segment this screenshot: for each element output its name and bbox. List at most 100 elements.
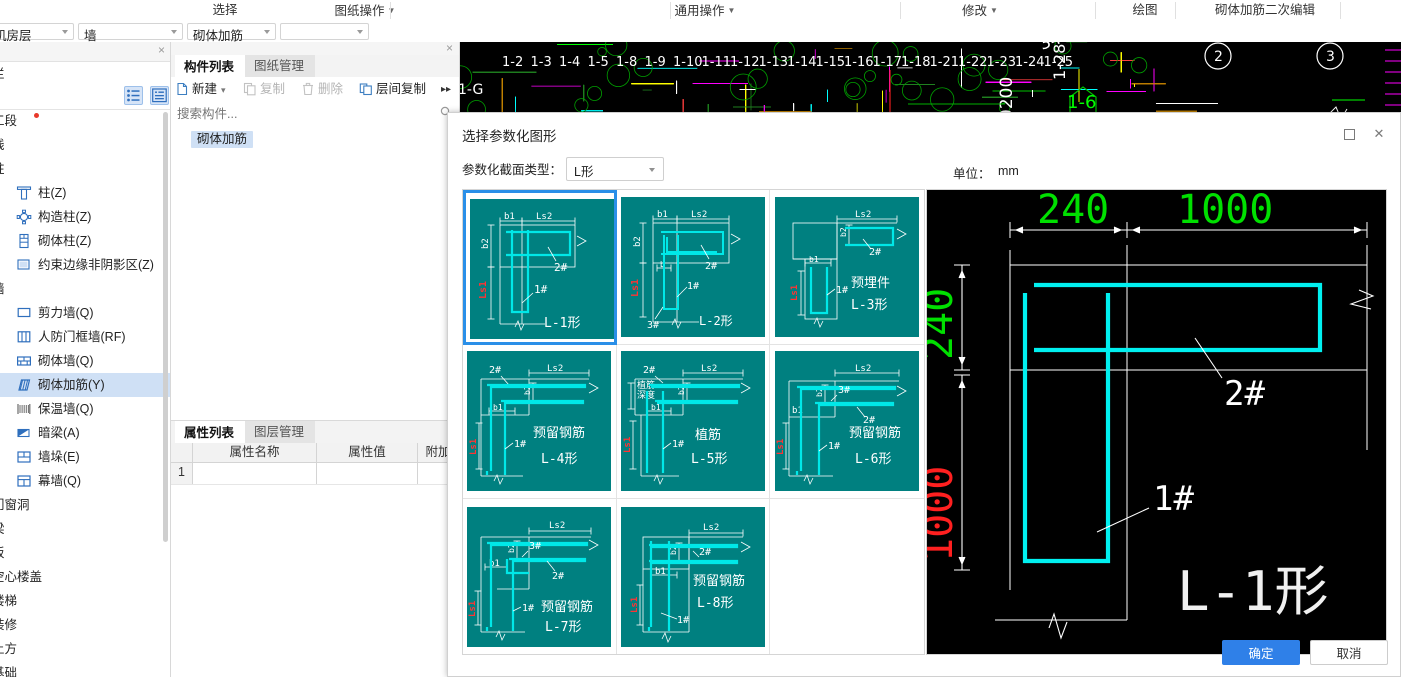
shape-thumbnail-L-3[interactable]: Ls2 b1 b2 Ls1 2# 1# 预埋件 L-3形 [770,190,924,345]
tab-0[interactable]: 构件列表 [175,55,245,77]
tree-group[interactable]: 工段 [0,109,170,133]
svg-text:2#: 2# [554,261,568,274]
tree-group[interactable]: 土方 [0,637,170,661]
component-toolbar: 新建 ▾ 复制 删除 层间复制 ▸▸ [171,77,459,103]
preview-drawing: 240 1000 240 1000 2# 1# L-1形 [916,187,1386,654]
tree-item-暗梁A[interactable]: 暗梁(A) [0,421,170,445]
tree-group[interactable]: 板 [0,541,170,565]
navigation-scrollbar[interactable] [163,112,168,542]
tree-group-label: 工段 [0,114,18,128]
tree-item-剪力墙Q[interactable]: 剪力墙(Q) [0,301,170,325]
ribbon-tab-label: 修改 [962,4,988,18]
component-items-list: 砌体加筋 [171,123,459,420]
tree-group[interactable]: 门窗洞 [0,493,170,517]
svg-text:3#: 3# [838,385,850,396]
tree-group-label: 门窗洞 [0,498,30,512]
svg-text:1-21: 1-21 [930,55,960,70]
tree-group[interactable]: 空心楼盖 [0,565,170,589]
detail-view-button[interactable] [150,86,169,105]
toolbar-delete-button: 删除 [301,80,355,99]
ok-button[interactable]: 确定 [1222,640,1300,665]
tree-group[interactable]: 装修 [0,613,170,637]
tree-item-柱Z[interactable]: 柱(Z) [0,181,170,205]
tree-item-幕墙Q[interactable]: 幕墙(Q) [0,469,170,493]
svg-text:Ls1: Ls1 [790,285,800,301]
ribbon-tab-3[interactable]: 修改 ▼ [930,0,1030,21]
ribbon-tab-2[interactable]: 通用操作 ▼ [640,0,770,21]
restore-button[interactable] [1337,123,1363,145]
tree-item-墙垛E[interactable]: 墙垛(E) [0,445,170,469]
tree-item-构造柱Z[interactable]: 构造柱(Z) [0,205,170,229]
tree-item-砌体柱Z[interactable]: 砌体柱(Z) [0,229,170,253]
toolbar-new-button[interactable]: 新建 ▾ [175,80,237,99]
column-header: 属性值 [317,443,418,462]
cancel-button[interactable]: 取消 [1310,640,1388,665]
list-view-button[interactable] [124,86,143,105]
shape-thumbnail-grid: b1 Ls2 b2 Ls1 2# 1# L-1形 b1 Ls2 b2 Ls1 b 2# 1# 3# L-2形 L… [462,189,925,655]
tree-item-label: 幕墙(Q) [38,474,82,488]
ribbon-tab-1[interactable]: 图纸操作 ▼ [300,0,430,21]
chevron-down-icon: ▼ [387,6,396,15]
shape-thumbnail-L-4[interactable]: Ls2 2# b1 b2 Ls1 1# 预留钢筋 L-4形 [463,344,617,500]
tree-item-人防门框墙RF[interactable]: 人防门框墙(RF) [0,325,170,349]
chevron-down-icon: ▼ [990,6,998,15]
list-item[interactable]: 砌体加筋 [191,131,254,148]
svg-text:L-3形: L-3形 [851,298,887,313]
chevron-down-icon[interactable]: ▾ [221,85,226,95]
svg-text:1-11: 1-11 [702,55,732,70]
tree-group[interactable]: 线 [0,133,170,157]
tree-item-砌体加筋Y[interactable]: 砌体加筋(Y) [0,373,170,397]
tree-group[interactable]: 墙 [0,277,170,301]
tab-label: 构件列表 [184,60,235,74]
toolbar-overflow-button[interactable]: ▸▸ [441,80,457,99]
tree-group-label: 梁 [0,517,5,541]
tree-group[interactable]: 基础 [0,661,170,677]
svg-text:Ls2: Ls2 [536,212,552,222]
table-cell[interactable] [193,463,317,484]
shape-thumbnail-image: Ls2 b1 b2 Ls1 3# 2# 1# 预留钢筋 L-6形 [775,351,920,492]
svg-text:b1: b1 [657,210,668,220]
table-row[interactable]: 1 [171,463,459,485]
tab-1[interactable]: 图纸管理 [245,55,315,77]
shape-thumbnail-L-5[interactable]: Ls2 2# 植筋 深度 b1 b2 Ls1 1# 植筋 L-5形 [616,344,771,500]
tree-group[interactable]: 柱 [0,157,170,181]
search-input[interactable] [175,104,444,123]
tree-item-保温墙Q[interactable]: 保温墙(Q) [0,397,170,421]
ribbon-tab-bar: 选择 图纸操作 ▼ 通用操作 ▼ 修改 ▼ 绘图 砌体加筋二次编辑 [0,0,1401,22]
toolbar-button-label: 新建 [192,82,218,96]
selector-dropdown-2[interactable]: 砌体加筋 [187,23,276,43]
table-cell[interactable] [317,463,418,484]
wall-pier-icon [16,449,32,465]
svg-text:b1: b1 [493,403,503,412]
column-header [171,443,193,462]
shape-thumbnail-L-2[interactable]: b1 Ls2 b2 Ls1 b 2# 1# 3# L-2形 [616,190,771,345]
tab-0[interactable]: 属性列表 [175,421,245,443]
tree-item-约束边缘非阴影区Z[interactable]: 约束边缘非阴影区(Z) [0,253,170,277]
ribbon-tab-5[interactable]: 砌体加筋二次编辑 [1195,0,1335,21]
section-type-select[interactable]: L形 [566,157,665,181]
ribbon-tab-4[interactable]: 绘图 [1115,0,1175,21]
ribbon-tab-0[interactable]: 选择 [175,0,275,21]
tree-group[interactable]: 梁 [0,517,170,541]
selector-dropdown-1[interactable]: 墙 [78,23,183,43]
tab-1[interactable]: 图层管理 [245,421,315,443]
chevron-down-icon: ▼ [727,6,736,15]
svg-text:1#: 1# [836,285,848,296]
svg-text:2: 2 [1214,49,1223,65]
shape-preview-panel: 240 1000 240 1000 2# 1# L-1形 [916,187,1387,655]
svg-text:1-G: 1-G [460,82,483,98]
svg-text:1#: 1# [1153,479,1194,519]
tree-group-label: 墙 [0,277,5,301]
selector-dropdown-3[interactable] [280,23,369,40]
tree-item-砌体墙Q[interactable]: 砌体墙(Q) [0,349,170,373]
close-button[interactable]: ✕ [1366,123,1392,145]
shape-thumbnail-L-6[interactable]: Ls2 b1 b2 Ls1 3# 2# 1# 预留钢筋 L-6形 [770,345,924,500]
toolbar-layer-copy-button[interactable]: 层间复制 [359,80,441,99]
tree-group[interactable]: 楼梯 [0,589,170,613]
close-icon[interactable]: × [446,42,453,55]
shape-thumbnail-L-1[interactable]: b1 Ls2 b2 Ls1 2# 1# L-1形 [463,190,617,345]
selector-dropdown-0[interactable]: 机房层 [0,23,74,43]
close-icon[interactable]: × [158,44,165,56]
dialog-title: 选择参数化图形 [462,129,557,144]
svg-text:b1: b1 [504,212,515,222]
